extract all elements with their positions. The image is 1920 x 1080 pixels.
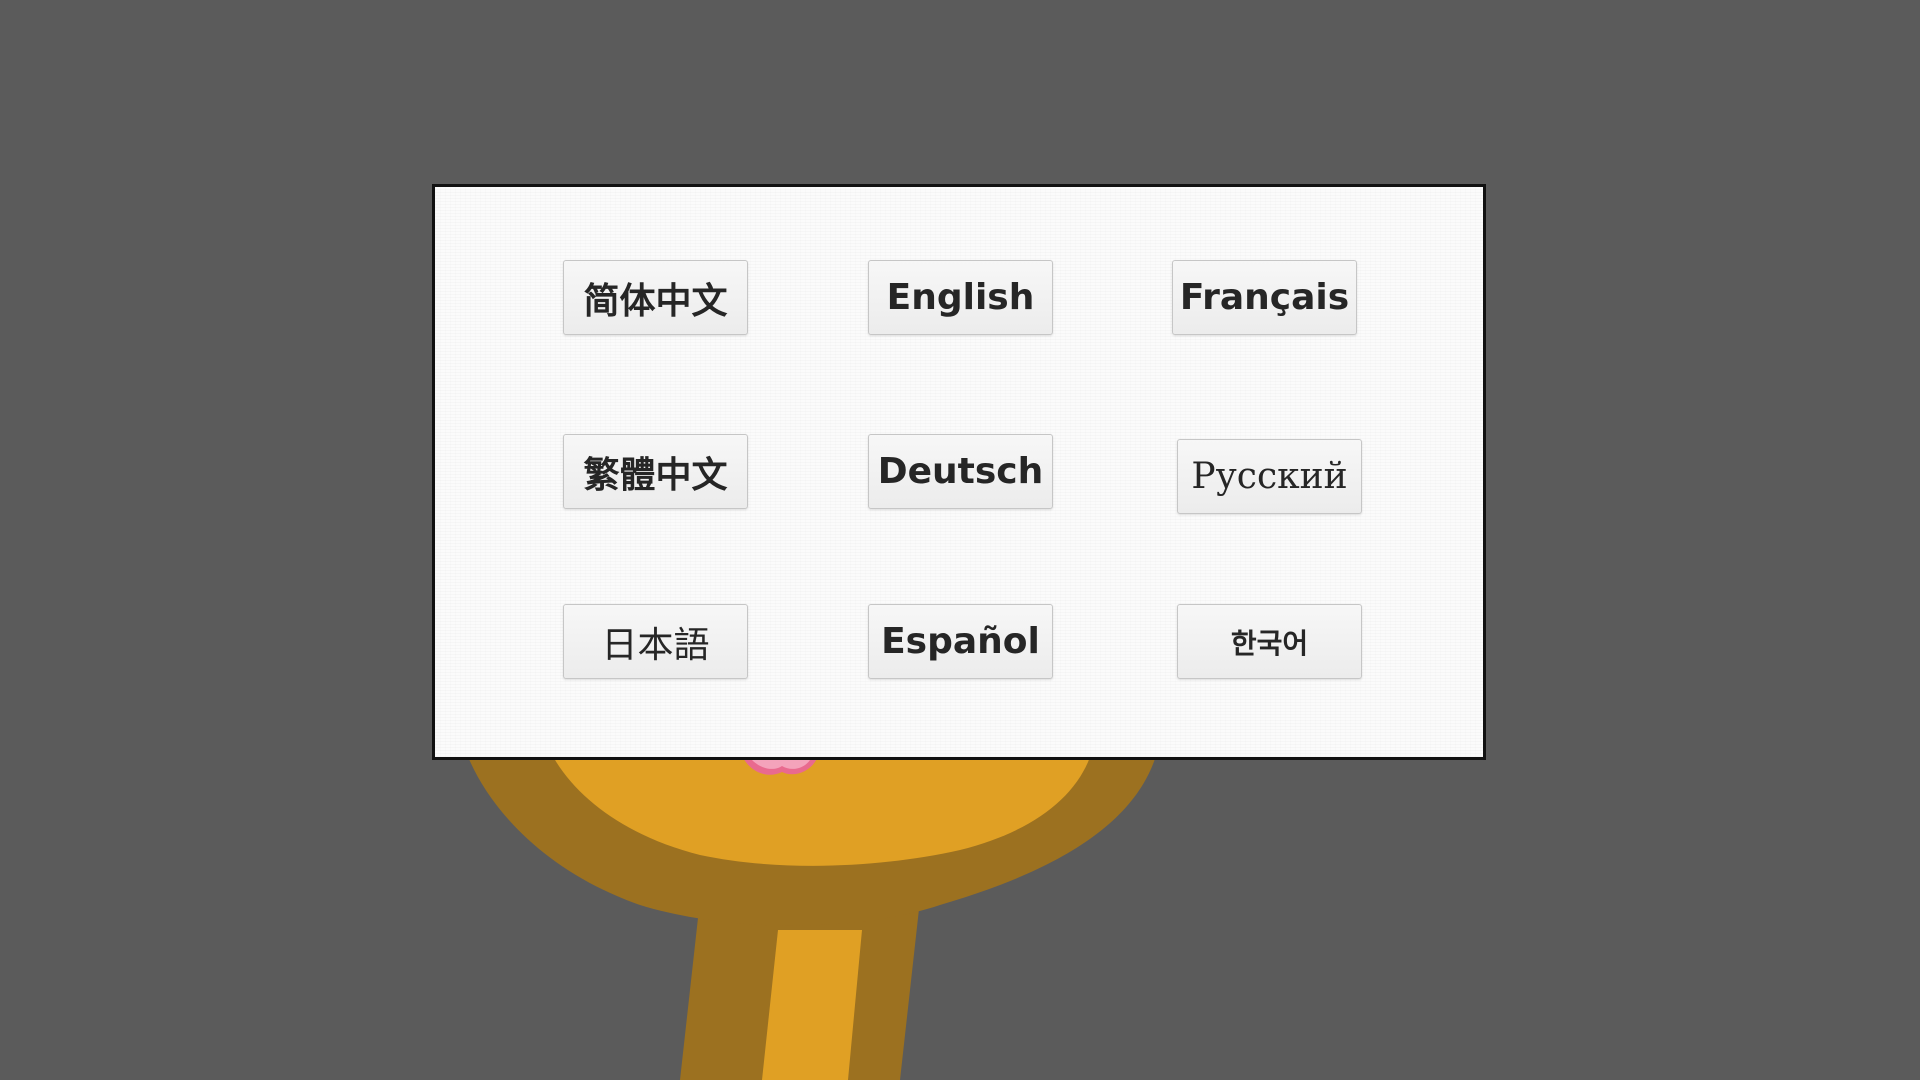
language-button-french[interactable]: Français bbox=[1172, 260, 1357, 335]
game-screen: 简体中文 English Français 繁體中文 Deutsch Русск… bbox=[0, 0, 1920, 1080]
character-head bbox=[462, 740, 1160, 926]
language-button-english[interactable]: English bbox=[868, 260, 1053, 335]
character-neck bbox=[680, 900, 920, 1080]
language-button-korean[interactable]: 한국어 bbox=[1177, 604, 1362, 679]
language-button-german[interactable]: Deutsch bbox=[868, 434, 1053, 509]
language-button-russian[interactable]: Русский bbox=[1177, 439, 1362, 514]
language-button-traditional-chinese[interactable]: 繁體中文 bbox=[563, 434, 748, 509]
language-button-japanese[interactable]: 日本語 bbox=[563, 604, 748, 679]
language-select-panel: 简体中文 English Français 繁體中文 Deutsch Русск… bbox=[432, 184, 1486, 760]
language-button-simplified-chinese[interactable]: 简体中文 bbox=[563, 260, 748, 335]
language-button-spanish[interactable]: Español bbox=[868, 604, 1053, 679]
